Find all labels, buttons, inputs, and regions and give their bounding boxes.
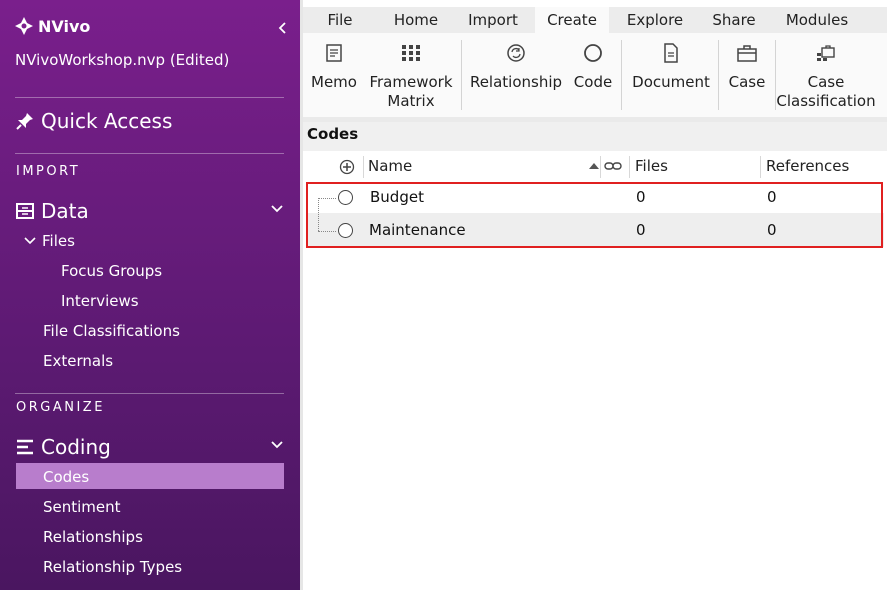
code-circle-icon [584,44,602,62]
sidebar-item-externals[interactable]: Externals [43,352,113,370]
sidebar-item-relationships[interactable]: Relationships [43,528,143,546]
tab-file[interactable]: File [316,7,364,33]
memo-label: Memo [311,73,357,91]
chevron-down-icon[interactable] [271,204,283,214]
coding-label: Coding [41,435,111,459]
section-organize: ORGANIZE [16,400,105,415]
project-name: NVivoWorkshop.nvp (Edited) [15,51,230,69]
case-classification-icon [817,45,835,61]
files-label: Files [42,232,75,250]
sidebar-divider [15,393,284,394]
sidebar-group-coding[interactable]: Coding [15,435,285,459]
codes-panel-title: Codes [307,125,359,143]
toolbar-separator [461,40,462,110]
column-separator [600,156,601,178]
tab-modules[interactable]: Modules [778,7,856,33]
tab-explore[interactable]: Explore [620,7,690,33]
case-classification-label-2: Classification [776,92,876,110]
column-header-references[interactable]: References [766,151,849,181]
tab-share[interactable]: Share [706,7,762,33]
column-separator [363,156,364,178]
tab-home[interactable]: Home [384,7,448,33]
quick-access[interactable]: Quick Access [15,109,172,133]
sidebar-divider [15,97,284,98]
tab-create[interactable]: Create [535,7,609,33]
sidebar-divider [15,153,284,154]
case-label: Case [728,73,766,91]
case-classification-button[interactable]: Case Classification [776,33,876,111]
framework-matrix-button[interactable]: Framework Matrix [366,33,456,111]
sidebar-item-interviews[interactable]: Interviews [61,292,139,310]
data-icon [16,203,34,219]
code-label: Code [573,73,613,91]
relationship-icon [507,44,525,62]
document-button[interactable]: Document [629,33,713,92]
toolbar-separator [718,40,719,110]
codes-panel-header [303,122,887,151]
add-column-icon[interactable] [339,159,355,175]
grid-icon [402,45,420,61]
sort-ascending-icon[interactable] [589,162,599,170]
navigation-sidebar: NVivo NVivoWorkshop.nvp (Edited) Quick A… [0,0,300,590]
sidebar-item-relationship-types[interactable]: Relationship Types [43,558,182,576]
column-separator [629,156,630,178]
case-classification-label-1: Case [807,73,845,91]
sidebar-item-codes[interactable]: Codes [43,468,89,486]
relationship-button[interactable]: Relationship [469,33,563,92]
annotation-highlight-box [306,182,883,248]
memo-icon [326,44,342,62]
sidebar-group-data[interactable]: Data [15,199,285,223]
sidebar-item-focus-groups[interactable]: Focus Groups [61,262,162,280]
document-label: Document [632,73,710,91]
data-label: Data [41,199,89,223]
column-separator [760,156,761,178]
column-header-name[interactable]: Name [368,151,412,181]
nvivo-logo-icon [15,17,33,35]
collapse-sidebar-icon[interactable] [276,20,290,36]
quick-access-label: Quick Access [41,109,173,133]
memo-button[interactable]: Memo [308,33,360,92]
app-name: NVivo [38,16,91,36]
chevron-down-icon [24,237,36,245]
case-button[interactable]: Case [723,33,771,92]
matrix-label: Matrix [387,92,435,110]
document-icon [664,43,678,63]
sidebar-item-files[interactable]: Files [24,232,75,250]
app-logo: NVivo [14,16,90,36]
toolbar-separator [621,40,622,110]
relationship-label: Relationship [469,73,563,91]
coding-icon [17,439,33,455]
framework-label: Framework [369,73,453,91]
column-header-files[interactable]: Files [635,151,668,181]
link-icon[interactable] [604,159,622,173]
pin-icon [16,113,33,130]
chevron-down-icon[interactable] [271,440,283,450]
briefcase-icon [737,45,757,62]
section-import: IMPORT [16,164,81,179]
tab-import[interactable]: Import [460,7,526,33]
sidebar-item-sentiment[interactable]: Sentiment [43,498,121,516]
code-button[interactable]: Code [569,33,617,92]
sidebar-item-file-classifications[interactable]: File Classifications [43,322,180,340]
